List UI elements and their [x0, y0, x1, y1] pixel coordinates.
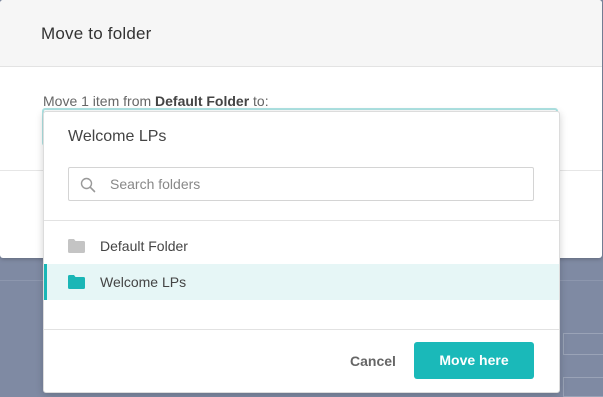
move-description: Move 1 item from Default Folder to:	[43, 93, 269, 109]
folder-item-welcome-lps[interactable]: Welcome LPs	[44, 264, 559, 300]
source-folder-name: Default Folder	[155, 93, 250, 109]
folder-icon	[68, 239, 85, 253]
cancel-button[interactable]: Cancel	[343, 344, 403, 378]
folder-search-box[interactable]	[68, 167, 534, 201]
modal-title: Move to folder	[41, 24, 152, 43]
move-here-button[interactable]: Move here	[414, 342, 534, 379]
move-description-prefix: Move 1 item from	[43, 93, 156, 109]
background-field	[563, 377, 603, 397]
modal-header: Move to folder	[0, 0, 602, 67]
selected-folder-value[interactable]: Welcome LPs	[68, 128, 166, 146]
folder-dropdown: Welcome LPs Default Folder Welcome LPs C…	[43, 111, 560, 393]
search-icon	[80, 177, 96, 193]
folder-label: Default Folder	[100, 238, 188, 254]
folder-label: Welcome LPs	[100, 274, 187, 290]
background-field	[563, 333, 603, 355]
folder-item-default-folder[interactable]: Default Folder	[44, 228, 559, 264]
folder-icon	[68, 275, 85, 289]
dropdown-footer-divider	[44, 329, 559, 330]
dropdown-divider	[44, 220, 559, 221]
search-input[interactable]	[110, 168, 520, 200]
move-description-suffix: to:	[249, 93, 269, 109]
